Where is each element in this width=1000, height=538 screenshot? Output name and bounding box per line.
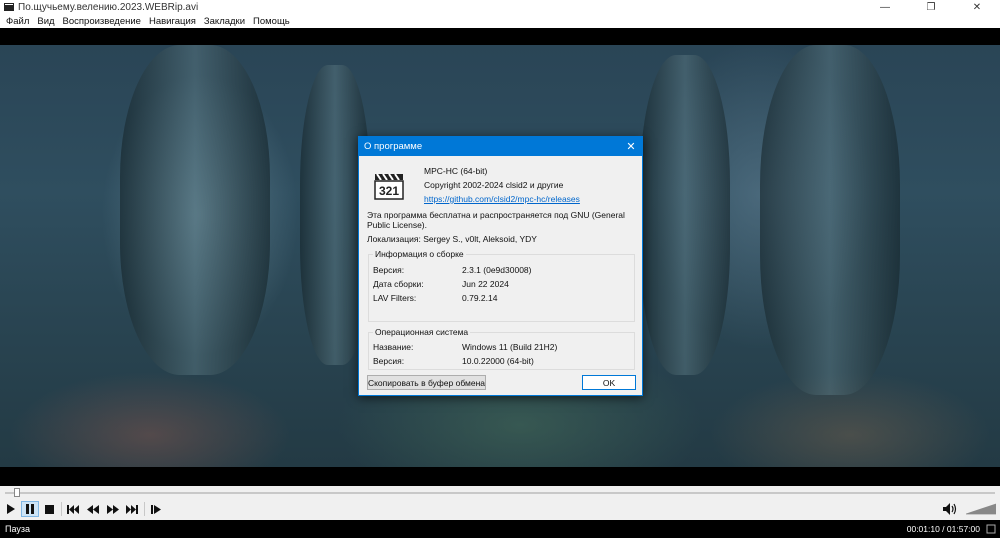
menu-playback[interactable]: Воспроизведение [59, 16, 145, 27]
build-info-group: Информация о сборке Версия: 2.3.1 (0e9d3… [368, 249, 635, 322]
lav-filters-value: 0.79.2.14 [462, 293, 498, 303]
previous-button[interactable] [64, 501, 82, 517]
resize-grip-icon [986, 524, 996, 534]
svg-text:321: 321 [379, 184, 399, 198]
fast-forward-icon [107, 504, 119, 514]
mute-button[interactable] [942, 501, 960, 517]
window-titlebar[interactable]: По.щучьему.велению.2023.WEBRip.avi — ❐ ✕ [0, 0, 1000, 14]
os-info-title: Операционная система [373, 327, 471, 337]
build-version-value: 2.3.1 (0e9d30008) [462, 265, 532, 275]
rewind-icon [87, 504, 99, 514]
os-name-value: Windows 11 (Build 21H2) [462, 342, 558, 352]
frame-step-icon [151, 504, 161, 514]
skip-back-icon [67, 504, 79, 514]
playback-state: Пауза [5, 524, 31, 534]
frame-step-button[interactable] [147, 501, 165, 517]
play-button[interactable] [2, 501, 20, 517]
pause-button[interactable] [21, 501, 39, 517]
volume-icon [943, 503, 957, 515]
os-version-value: 10.0.22000 (64-bit) [462, 356, 534, 366]
build-version-label: Версия: [373, 265, 405, 275]
seek-track[interactable] [5, 492, 995, 494]
stop-button[interactable] [40, 501, 58, 517]
lav-filters-label: LAV Filters: [373, 293, 417, 303]
close-window-button[interactable]: ✕ [954, 0, 1000, 14]
window-title: По.щучьему.велению.2023.WEBRip.avi [18, 1, 199, 13]
menu-view[interactable]: Вид [33, 16, 58, 27]
minimize-button[interactable]: — [862, 0, 908, 14]
dialog-close-icon[interactable]: ✕ [624, 139, 638, 153]
about-dialog: О программе ✕ 321 MPC-HC (64-bit) Copyri… [358, 136, 643, 396]
build-date-value: Jun 22 2024 [462, 279, 509, 289]
product-name: MPC-HC (64-bit) [424, 166, 488, 176]
dialog-title: О программе [364, 141, 423, 152]
ok-button[interactable]: OK [582, 375, 636, 390]
releases-link[interactable]: https://github.com/clsid2/mpc-hc/release… [424, 194, 580, 204]
seek-bar[interactable] [0, 486, 1000, 498]
menu-bar: Файл Вид Воспроизведение Навигация Закла… [0, 14, 1000, 28]
os-version-label: Версия: [373, 356, 405, 366]
license-text: Эта программа бесплатна и распространяет… [367, 210, 625, 230]
time-display: 00:01:10 / 01:57:00 [906, 524, 980, 534]
next-button[interactable] [123, 501, 141, 517]
pause-icon [26, 504, 34, 514]
fast-forward-button[interactable] [104, 501, 122, 517]
skip-forward-icon [126, 504, 138, 514]
menu-navigation[interactable]: Навигация [145, 16, 200, 27]
menu-help[interactable]: Помощь [249, 16, 294, 27]
menu-file[interactable]: Файл [2, 16, 33, 27]
build-date-label: Дата сборки: [373, 279, 424, 289]
os-info-group: Операционная система Название: Windows 1… [368, 327, 635, 370]
stop-icon [44, 504, 54, 514]
volume-slider[interactable] [966, 503, 996, 515]
menu-bookmarks[interactable]: Закладки [200, 16, 249, 27]
seek-thumb[interactable] [14, 488, 21, 497]
status-bar: Пауза 00:01:10 / 01:57:00 [0, 520, 1000, 538]
play-icon [7, 504, 15, 514]
build-info-title: Информация о сборке [373, 249, 466, 259]
os-name-label: Название: [373, 342, 414, 352]
copyright-text: Copyright 2002-2024 clsid2 и другие [424, 180, 564, 190]
dialog-titlebar[interactable]: О программе ✕ [359, 137, 642, 156]
mpc-logo-icon: 321 [374, 173, 404, 200]
copy-to-clipboard-button[interactable]: Скопировать в буфер обмена [367, 375, 486, 390]
maximize-button[interactable]: ❐ [908, 0, 954, 14]
playback-controls [0, 498, 1000, 520]
mpc-app-icon [4, 3, 14, 11]
rewind-button[interactable] [84, 501, 102, 517]
localization-text: Локализация: Sergey S., v0lt, Aleksoid, … [367, 234, 537, 244]
